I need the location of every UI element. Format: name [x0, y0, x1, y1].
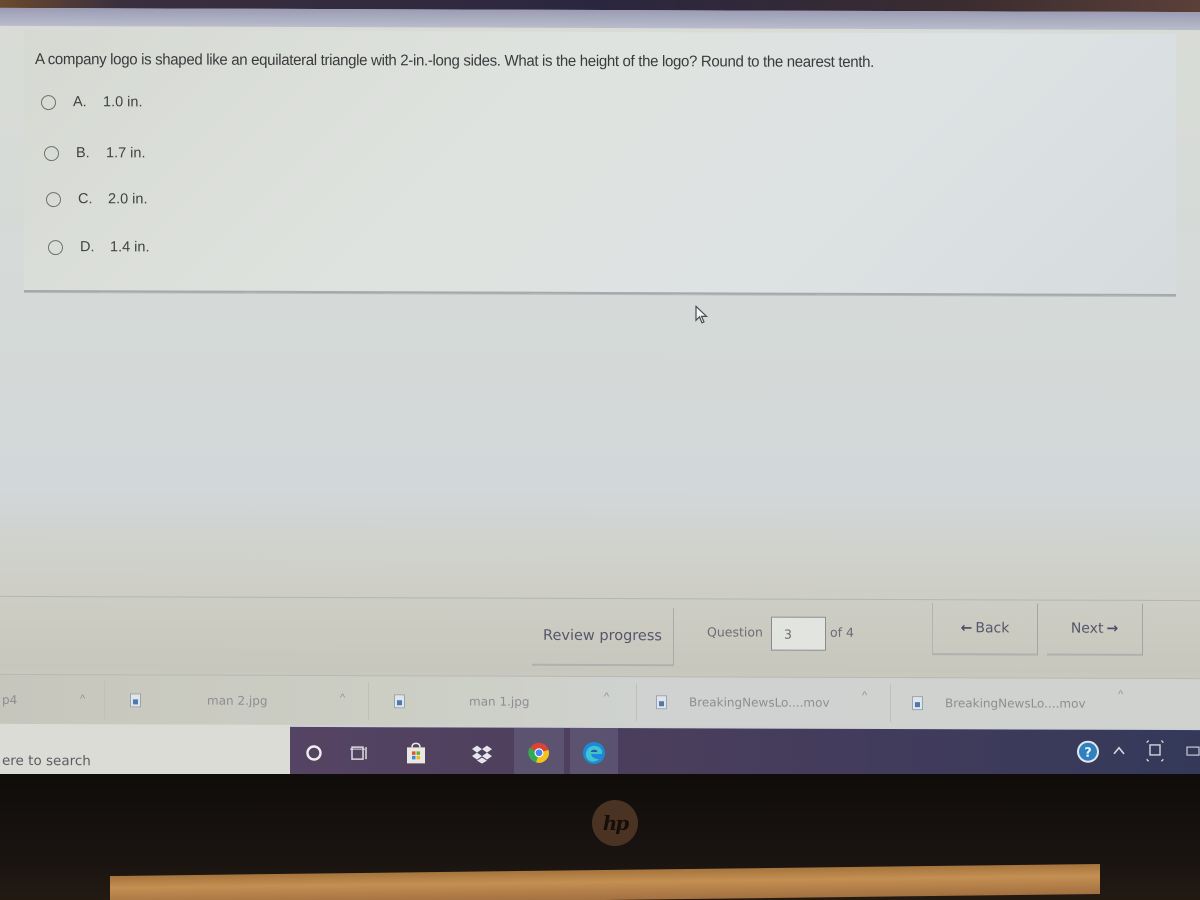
- next-label: Next: [1070, 620, 1104, 637]
- chevron-up-icon[interactable]: ^: [604, 691, 609, 703]
- search-placeholder: ere to search: [2, 752, 91, 770]
- choice-value: 2.0 in.: [108, 191, 148, 208]
- chevron-up-icon[interactable]: ^: [1118, 689, 1123, 701]
- network-button[interactable]: [1146, 740, 1164, 762]
- choice-d[interactable]: D. 1.4 in.: [48, 239, 150, 255]
- question-number-input[interactable]: [771, 616, 826, 651]
- network-icon: [1146, 740, 1164, 762]
- notification-icon[interactable]: [1186, 744, 1200, 758]
- show-hidden-icons-button[interactable]: [1112, 744, 1126, 758]
- download-item[interactable]: BreakingNewsLo....mov: [912, 678, 1086, 729]
- chevron-up-icon[interactable]: ^: [80, 693, 85, 705]
- download-filename: p4: [2, 692, 18, 707]
- chevron-up-icon: [1113, 746, 1125, 755]
- choice-letter: B.: [76, 145, 90, 162]
- download-filename: man 1.jpg: [469, 694, 530, 709]
- divider: [890, 684, 891, 723]
- next-button[interactable]: Next →: [1047, 603, 1143, 656]
- header-band: [0, 7, 1200, 31]
- arrow-left-icon: ←: [960, 620, 973, 637]
- chevron-up-icon[interactable]: ^: [862, 690, 867, 702]
- radio-button[interactable]: [48, 239, 63, 255]
- chrome-button[interactable]: [514, 727, 564, 780]
- download-filename: man 2.jpg: [207, 693, 268, 708]
- download-item[interactable]: man 2.jpg: [130, 675, 267, 725]
- task-view-button[interactable]: [338, 727, 382, 779]
- back-button[interactable]: ← Back: [932, 603, 1038, 656]
- question-label: Question: [707, 624, 763, 640]
- divider: [368, 682, 369, 721]
- image-file-icon: [130, 693, 141, 708]
- downloads-bar: p4 ^ man 2.jpg ^ man 1.jpg ^ BreakingNew…: [0, 673, 1200, 729]
- nav-divider: [0, 595, 1200, 602]
- back-label: Back: [975, 620, 1010, 637]
- svg-text:?: ?: [1084, 746, 1092, 761]
- image-file-icon: [394, 694, 405, 709]
- edge-button[interactable]: [570, 727, 618, 781]
- help-button[interactable]: ?: [1076, 740, 1100, 764]
- video-file-icon: [656, 695, 667, 710]
- choice-value: 1.7 in.: [106, 145, 146, 162]
- choice-b[interactable]: B. 1.7 in.: [44, 145, 146, 161]
- video-file-icon: [912, 696, 923, 711]
- edge-icon: [583, 741, 605, 764]
- help-icon: ?: [1077, 740, 1099, 763]
- microsoft-store-icon: [407, 742, 425, 764]
- radio-button[interactable]: [46, 191, 61, 207]
- divider: [104, 681, 105, 720]
- question-text: A company logo is shaped like an equilat…: [35, 51, 874, 71]
- download-item[interactable]: p4: [2, 675, 17, 725]
- choice-value: 1.4 in.: [110, 239, 150, 256]
- choice-c[interactable]: C. 2.0 in.: [46, 191, 148, 207]
- dropbox-button[interactable]: [460, 728, 504, 780]
- download-item[interactable]: BreakingNewsLo....mov: [656, 677, 830, 728]
- radio-button[interactable]: [44, 145, 59, 161]
- hp-logo: hp: [592, 800, 638, 846]
- radio-button[interactable]: [41, 94, 56, 110]
- task-view-icon: [350, 746, 367, 760]
- dropbox-icon: [472, 745, 492, 764]
- choice-value: 1.0 in.: [103, 94, 143, 111]
- choice-letter: C.: [78, 191, 93, 208]
- download-filename: BreakingNewsLo....mov: [945, 696, 1086, 711]
- cortana-icon: [306, 745, 322, 761]
- microsoft-store-button[interactable]: [394, 727, 438, 779]
- taskbar-search-input[interactable]: ere to search: [0, 723, 290, 781]
- download-filename: BreakingNewsLo....mov: [689, 695, 830, 710]
- question-total: of 4: [830, 624, 854, 640]
- divider: [636, 683, 637, 722]
- chevron-up-icon[interactable]: ^: [340, 692, 345, 704]
- screen: A company logo is shaped like an equilat…: [0, 7, 1200, 785]
- choice-letter: A.: [73, 94, 87, 111]
- question-card: A company logo is shaped like an equilat…: [24, 29, 1176, 297]
- review-progress-button[interactable]: Review progress: [532, 607, 674, 667]
- chrome-icon: [528, 742, 549, 763]
- download-item[interactable]: man 1.jpg: [394, 676, 529, 726]
- cortana-button[interactable]: [292, 727, 336, 779]
- mouse-cursor-icon: [695, 305, 708, 324]
- arrow-right-icon: →: [1106, 620, 1119, 637]
- choice-letter: D.: [80, 239, 95, 256]
- choice-a[interactable]: A. 1.0 in.: [41, 94, 143, 110]
